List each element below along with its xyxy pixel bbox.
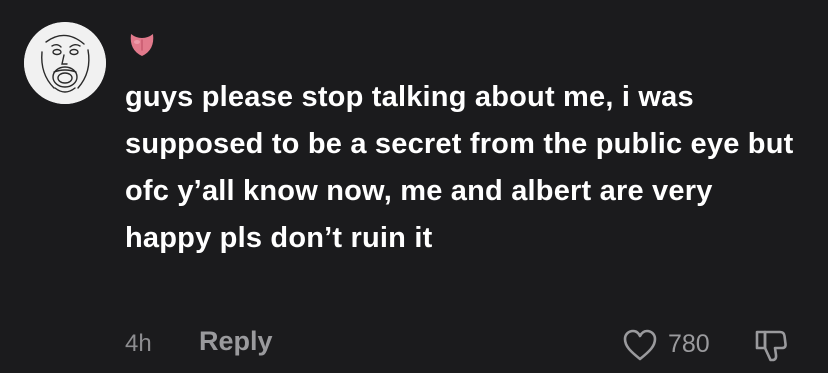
comment-footer: 4h Reply 780 <box>125 326 805 366</box>
tongue-emoji-icon <box>128 30 156 58</box>
comment-card: guys please stop talking about me, i was… <box>0 0 828 373</box>
like-count: 780 <box>668 330 710 358</box>
sketch-face-avatar-icon <box>24 22 106 104</box>
timestamp: 4h <box>125 330 152 357</box>
reply-button[interactable]: Reply <box>199 326 273 357</box>
heart-outline-icon[interactable] <box>622 328 658 362</box>
thumbs-down-icon[interactable] <box>753 328 789 364</box>
comment-text: guys please stop talking about me, i was… <box>125 81 794 254</box>
user-avatar[interactable] <box>24 22 106 104</box>
